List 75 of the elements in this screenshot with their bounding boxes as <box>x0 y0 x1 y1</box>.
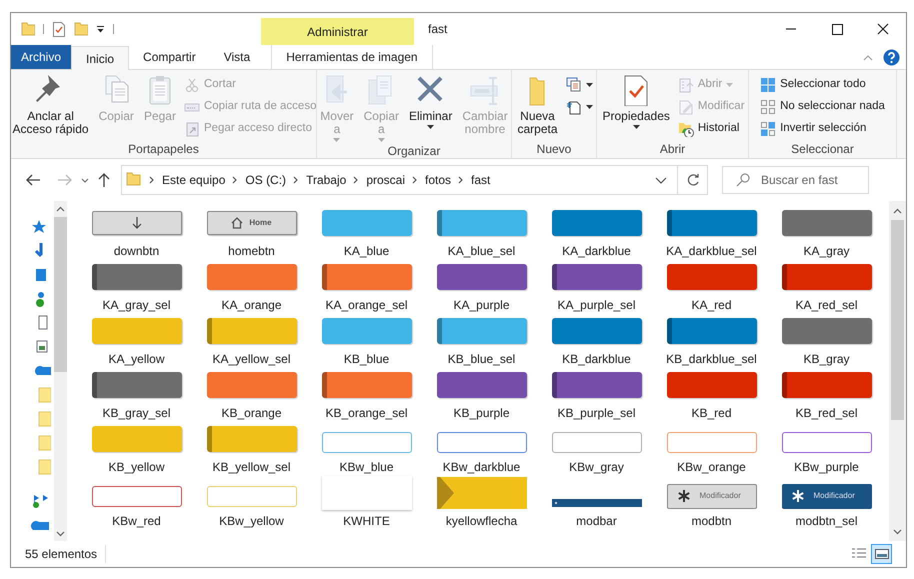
ribbon-button[interactable]: Nueva carpeta <box>515 74 560 136</box>
file-name[interactable]: KB_darkblue_sel <box>666 350 757 368</box>
thumbnail-text: Modificador <box>700 490 741 502</box>
file-name[interactable]: KA_darkblue <box>562 242 631 260</box>
file-name[interactable]: KWHITE <box>343 512 390 530</box>
thumbnail[interactable]: Modificador <box>666 484 756 508</box>
file-name[interactable]: KBw_orange <box>677 458 746 476</box>
ribbon-group-label: Organizar <box>386 143 442 160</box>
file-name[interactable]: KB_yellow <box>108 458 165 476</box>
file-name[interactable]: KA_red <box>691 296 732 314</box>
context-tab-header: Administrar <box>261 18 414 45</box>
file-name[interactable]: KA_yellow <box>108 350 165 368</box>
ribbon-button[interactable]: Seleccionar todo <box>760 76 885 93</box>
thumbnail[interactable]: Modificador <box>782 484 872 508</box>
file-name[interactable]: KBw_yellow <box>219 512 284 530</box>
file-name[interactable]: kyellowflecha <box>446 512 518 530</box>
ribbon-button[interactable]: Historial <box>678 120 745 137</box>
ribbon-button[interactable]: No seleccionar nada <box>760 98 885 115</box>
file-name[interactable]: KB_blue_sel <box>448 350 516 368</box>
file-name[interactable]: modbar <box>576 512 617 530</box>
file-name[interactable]: KBw_purple <box>794 458 859 476</box>
ribbon-group-label: Nuevo <box>536 141 572 158</box>
search-field[interactable]: Buscar en fast <box>722 166 869 194</box>
file-name[interactable]: KA_blue <box>344 242 390 260</box>
file-name[interactable]: KA_blue_sel <box>448 242 516 260</box>
item-count: 55 elementos <box>25 545 106 563</box>
ribbon-button[interactable]: Anclar al Acceso rápido <box>11 74 91 136</box>
ribbon-button[interactable]: Eliminar <box>407 74 454 129</box>
file-name[interactable]: KBw_blue <box>339 458 394 476</box>
breadcrumb-item[interactable]: fotos <box>425 171 452 189</box>
ribbon-tab[interactable]: Inicio <box>71 46 130 70</box>
file-name[interactable]: KB_red_sel <box>795 404 858 422</box>
address-field[interactable]: Este equipo OS (C:) Trabajo proscai fotos fast <box>121 165 708 195</box>
file-name[interactable]: KB_gray <box>803 350 850 368</box>
file-name[interactable]: KBw_darkblue <box>442 458 520 476</box>
file-name[interactable]: KB_gray_sel <box>102 404 171 422</box>
file-name[interactable]: KA_purple_sel <box>557 296 636 314</box>
file-name[interactable]: downbtn <box>114 242 160 260</box>
ribbon-button[interactable]: Propiedades <box>600 74 672 129</box>
ribbon-button[interactable]: Invertir selección <box>760 120 885 137</box>
ribbon-group-label: Seleccionar <box>790 141 855 158</box>
ribbon-group-label: Abrir <box>658 141 686 158</box>
ribbon-group-label: Portapapeles <box>127 141 200 158</box>
file-name[interactable]: KA_yellow_sel <box>212 350 291 368</box>
file-name[interactable]: KA_red_sel <box>795 296 858 314</box>
file-name[interactable]: KA_purple <box>453 296 510 314</box>
thumbnail-text: Modificador <box>814 490 855 502</box>
file-name[interactable]: KA_gray_sel <box>102 296 171 314</box>
file-name[interactable]: KB_red <box>691 404 732 422</box>
thumbnail-text: Home <box>249 217 272 229</box>
file-name[interactable]: KB_purple <box>453 404 510 422</box>
file-name[interactable]: KBw_red <box>112 512 161 530</box>
breadcrumb-item[interactable]: Trabajo <box>306 171 346 189</box>
thumbnail[interactable]: Home <box>206 211 296 235</box>
breadcrumb-item[interactable]: fast <box>471 171 490 189</box>
ribbon-tab[interactable]: Herramientas de imagen <box>271 45 433 69</box>
file-name[interactable]: KA_gray <box>803 242 850 260</box>
file-name[interactable]: KA_darkblue_sel <box>666 242 757 260</box>
file-name[interactable]: modbtn <box>691 512 732 530</box>
file-name[interactable]: KB_orange <box>221 404 282 422</box>
file-name[interactable]: KB_purple_sel <box>557 404 636 422</box>
file-name[interactable]: KB_blue <box>344 350 390 368</box>
window-title: fast <box>428 21 448 38</box>
file-name[interactable]: KB_yellow_sel <box>212 458 291 476</box>
file-name[interactable]: KA_orange_sel <box>325 296 408 314</box>
breadcrumb-item[interactable]: proscai <box>366 171 405 189</box>
file-name[interactable]: homebtn <box>228 242 275 260</box>
file-name[interactable]: KB_darkblue <box>562 350 631 368</box>
ribbon-tab[interactable]: Archivo <box>11 45 72 69</box>
file-name[interactable]: KB_orange_sel <box>325 404 408 422</box>
breadcrumb-item[interactable]: OS (C:) <box>245 171 286 189</box>
file-name[interactable]: KBw_gray <box>569 458 624 476</box>
breadcrumb-item[interactable]: Este equipo <box>162 171 226 189</box>
file-name[interactable]: KA_orange <box>221 296 282 314</box>
file-name[interactable]: modbtn_sel <box>795 512 858 530</box>
